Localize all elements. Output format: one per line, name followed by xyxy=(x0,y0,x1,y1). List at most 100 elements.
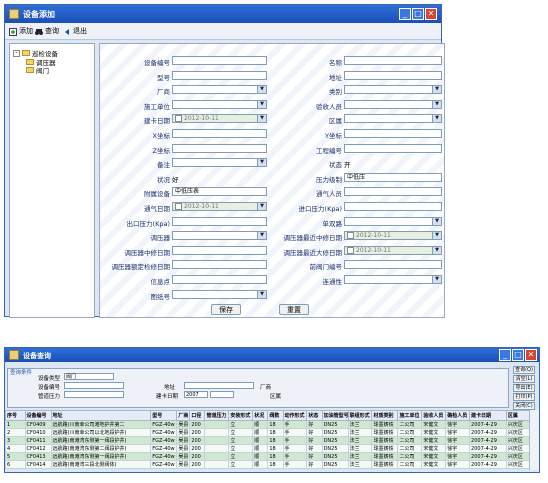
column-header[interactable]: 地址 xyxy=(50,410,152,421)
column-header[interactable]: 口径 xyxy=(189,410,206,421)
tree-item-valve[interactable]: 阀门 xyxy=(26,65,49,75)
vertical-scrollbar[interactable] xyxy=(529,410,539,470)
text-field[interactable] xyxy=(344,56,442,65)
chevron-down-icon[interactable]: ▼ xyxy=(432,217,441,225)
chevron-down-icon[interactable]: ▼ xyxy=(257,290,266,298)
column-header[interactable]: 建卡日期 xyxy=(469,410,507,421)
address-input[interactable] xyxy=(184,382,254,389)
text-field[interactable] xyxy=(344,202,442,211)
chevron-down-icon[interactable]: ▼ xyxy=(432,232,441,240)
column-header[interactable]: 加油管型号 xyxy=(321,410,349,421)
column-header[interactable]: 安装形式 xyxy=(228,410,254,421)
field-label: 调压器中修日期 xyxy=(124,248,171,257)
date-field[interactable]: 2012-10-11 ▼ xyxy=(344,245,442,255)
exit-label: 退出 xyxy=(73,27,87,35)
table-row[interactable]: 2 CF0410 远航路(川南幸公司以北地段护井) FGZ-40w 吴县 200 立顺 18 手… xyxy=(5,428,533,437)
text-field[interactable] xyxy=(344,129,442,138)
select-field[interactable]: ▼ xyxy=(344,85,442,95)
query-button[interactable]: 查询 xyxy=(35,26,59,37)
field-label: 调压器额定检修日期 xyxy=(111,263,171,272)
card-date-to[interactable] xyxy=(210,391,234,398)
table-row[interactable]: 1 CF0409 远航路(川南幸公司滩地护井第二 FGZ-40w 吴县 200 立顺 18 手好… xyxy=(5,420,533,429)
date-field[interactable]: 2012-10-11 ▼ xyxy=(344,231,442,241)
app-icon xyxy=(9,9,19,19)
table-cell: 远航路(南滩湾东侧第一阀段护井) xyxy=(50,436,152,445)
column-header[interactable]: 动作形式 xyxy=(282,410,308,421)
collapse-toggle-icon[interactable]: - xyxy=(13,49,20,57)
close-query-button[interactable]: 关闭(C) xyxy=(513,402,535,410)
column-header[interactable]: 阀数 xyxy=(267,410,284,421)
chevron-down-icon[interactable]: ▼ xyxy=(432,86,441,94)
device-no-input[interactable] xyxy=(64,382,124,389)
binoculars-icon xyxy=(35,28,43,36)
device-query-window: 设备查询 _ □ ✕ 查询条件 设备类型 阀门 设备编号 管道压力 地址 建卡日… xyxy=(4,347,540,473)
chevron-down-icon[interactable]: ▼ xyxy=(432,246,441,254)
text-field[interactable] xyxy=(344,143,442,153)
table-cell: CF0412 xyxy=(24,444,52,453)
date-checkbox[interactable] xyxy=(347,246,354,254)
maximize-button[interactable]: □ xyxy=(412,8,424,20)
column-header[interactable]: 厂商 xyxy=(176,410,191,421)
device-type-label: 设备类型 xyxy=(38,376,61,382)
table-row[interactable]: 5 CF0413 远航路(南滩湾东侧第一阀段护井) FGZ-40w 吴县 200 立顺 18 手… xyxy=(5,452,533,461)
select-field[interactable]: ▼ xyxy=(344,216,442,226)
column-header[interactable]: 状况 xyxy=(252,410,269,421)
select-field[interactable]: ▼ xyxy=(344,114,442,124)
column-header[interactable]: 验收人员 xyxy=(421,410,447,421)
text-field[interactable]: 中低压 xyxy=(344,172,442,182)
chevron-down-icon[interactable]: ▼ xyxy=(432,115,441,123)
reset-button[interactable]: 重置 xyxy=(279,304,309,315)
device-type-select[interactable]: 阀门 xyxy=(64,373,114,380)
table-cell: FGZ-40w xyxy=(150,444,178,453)
maximize-button[interactable]: □ xyxy=(512,349,524,361)
table-row[interactable]: 3 CF0411 远航路(南滩湾东侧第一阀段护井) FGZ-40w 吴县 200 立顺 18 手… xyxy=(5,436,533,445)
table-cell: 手 xyxy=(282,436,308,445)
filter-legend: 查询条件 xyxy=(10,370,33,376)
title-bar[interactable]: 设备查询 _ □ ✕ xyxy=(5,348,539,362)
query-button[interactable]: 查询(Q) xyxy=(513,366,535,374)
text-field[interactable] xyxy=(344,260,442,270)
date-checkbox[interactable] xyxy=(175,203,182,210)
table-cell: 立 xyxy=(228,452,254,461)
export-button[interactable]: 导出(E) xyxy=(513,384,535,392)
pipe-pressure-label: 管道压力 xyxy=(38,394,61,400)
date-checkbox[interactable] xyxy=(347,232,354,240)
add-button[interactable]: 添加 xyxy=(9,26,33,37)
save-button[interactable]: 保存 xyxy=(211,304,241,315)
column-header[interactable]: 序号 xyxy=(5,410,26,421)
column-header[interactable]: 管道压力 xyxy=(204,410,230,421)
column-header[interactable]: 区属 xyxy=(505,410,533,421)
card-date-from[interactable]: 2007 xyxy=(184,391,208,398)
close-button[interactable]: ✕ xyxy=(425,8,437,20)
table-row[interactable]: 6 CF0414 远航路(南滩湾三段北侧阀体) FGZ-40w 吴县 200 立顺 18 手好 D… xyxy=(5,460,533,469)
table-row[interactable]: 4 CF0412 远航路(南滩湾东侧第二阀段护井) FGZ-40w 吴县 200 立顺 18 手… xyxy=(5,444,533,453)
pipe-pressure-select[interactable] xyxy=(64,391,124,398)
text-field[interactable] xyxy=(344,187,442,197)
select-field[interactable]: ▼ xyxy=(344,275,442,284)
column-header[interactable]: 施工单位 xyxy=(397,410,423,421)
column-header[interactable]: 材质类别 xyxy=(371,410,399,421)
column-header[interactable]: 设备编号 xyxy=(24,410,52,421)
clear-button[interactable]: 清空(L) xyxy=(513,375,535,383)
date-checkbox[interactable] xyxy=(175,115,182,123)
table-cell: 徐宇 xyxy=(445,452,471,461)
text-field[interactable] xyxy=(344,70,442,80)
column-header[interactable]: 状态 xyxy=(306,410,323,421)
field-label: 状况 xyxy=(157,175,170,184)
select-field[interactable]: ▼ xyxy=(172,289,267,299)
table-cell: 兴庆区 xyxy=(505,460,533,469)
chevron-down-icon[interactable]: ▼ xyxy=(432,100,441,108)
exit-button[interactable]: 退出 xyxy=(63,26,87,37)
minimize-button[interactable]: _ xyxy=(399,8,411,20)
minimize-button[interactable]: _ xyxy=(499,349,511,361)
select-field[interactable]: ▼ xyxy=(344,99,442,109)
column-header[interactable]: 型号 xyxy=(150,410,178,421)
column-header[interactable]: 确检人员 xyxy=(445,410,471,421)
print-button[interactable]: 打印(P) xyxy=(513,393,535,401)
chevron-down-icon[interactable]: ▼ xyxy=(432,276,441,283)
title-bar[interactable]: 设备添加 _ □ ✕ xyxy=(5,5,441,23)
close-button[interactable]: ✕ xyxy=(525,349,537,361)
table-cell: 2007-4-29 xyxy=(469,428,507,437)
column-header[interactable]: 联组形式 xyxy=(347,410,373,421)
table-cell: 徐宇 xyxy=(445,428,471,437)
